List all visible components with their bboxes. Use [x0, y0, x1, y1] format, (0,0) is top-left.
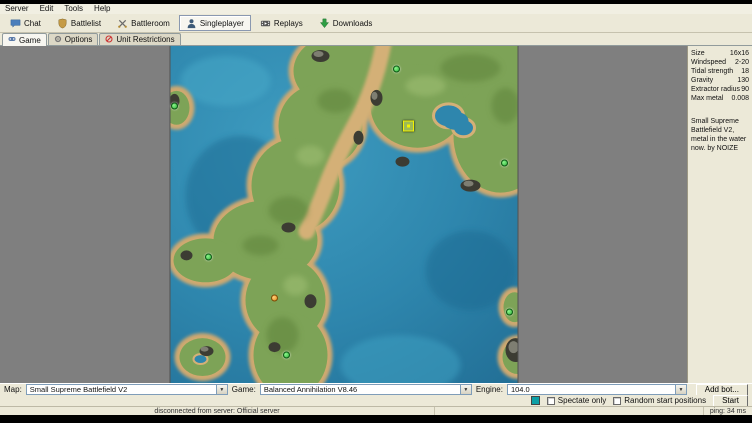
map-marker-ally[interactable]: [271, 295, 278, 302]
spectate-checkbox[interactable]: [547, 397, 555, 405]
map-marker-layer: [170, 46, 517, 383]
map-stat-size: Size 16x16: [691, 49, 749, 58]
tab-replays-label: Replays: [274, 19, 303, 28]
engine-select[interactable]: 104.0 ▼: [507, 384, 687, 395]
map-marker-start[interactable]: [283, 352, 290, 359]
random-start-label: Random start positions: [624, 396, 706, 405]
download-arrow-icon: [319, 18, 330, 29]
main-area: Size 16x16 Windspeed 2-20 Tidal strength…: [0, 46, 752, 383]
map-marker-start[interactable]: [501, 159, 508, 166]
spectate-label: Spectate only: [558, 396, 606, 405]
game-select[interactable]: Balanced Annihilation V8.46 ▼: [260, 384, 472, 395]
random-start-option: Random start positions: [613, 396, 706, 405]
game-select-label: Game:: [232, 385, 256, 394]
lobby-window: Server Edit Tools Help Chat Battlelist B…: [0, 4, 752, 415]
statusbar: disconnected from server: Official serve…: [0, 406, 752, 415]
subtab-options-label: Options: [65, 35, 93, 44]
stat-label: Tidal strength: [691, 67, 733, 76]
gamepad-icon: [8, 35, 16, 45]
shield-icon: [57, 18, 68, 29]
stat-value: 0.008: [731, 94, 749, 103]
crossed-swords-icon: [117, 18, 128, 29]
engine-select-value: 104.0: [508, 385, 675, 394]
map-stat-windspeed: Windspeed 2-20: [691, 58, 749, 67]
tab-battlelist-label: Battlelist: [71, 19, 101, 28]
map-select-label: Map:: [4, 385, 22, 394]
restriction-icon: [105, 35, 113, 45]
map-marker-start[interactable]: [205, 254, 212, 261]
tab-replays[interactable]: Replays: [253, 15, 310, 31]
tab-chat[interactable]: Chat: [3, 15, 48, 31]
tab-chat-label: Chat: [24, 19, 41, 28]
ping-status: ping: 34 ms: [704, 407, 752, 415]
map-description: Small Supreme Battlefield V2, metal in t…: [691, 117, 749, 153]
stat-value: 18: [741, 67, 749, 76]
game-select-value: Balanced Annihilation V8.46: [261, 385, 460, 394]
map-marker-selected[interactable]: [403, 120, 414, 131]
stat-label: Windspeed: [691, 58, 726, 67]
player-color-button[interactable]: [531, 396, 540, 405]
chevron-down-icon: ▼: [216, 385, 227, 394]
chat-icon: [10, 18, 21, 29]
tab-downloads-label: Downloads: [333, 19, 373, 28]
gear-icon: [54, 35, 62, 45]
stat-value: 16x16: [730, 49, 749, 58]
tab-battlelist[interactable]: Battlelist: [50, 15, 108, 31]
subtab-game-label: Game: [19, 36, 41, 45]
map-marker-start[interactable]: [171, 102, 178, 109]
singleplayer-subtabs: Game Options Unit Restrictions: [0, 33, 752, 46]
tab-singleplayer-label: Singleplayer: [200, 19, 244, 28]
stat-label: Size: [691, 49, 705, 58]
menu-help[interactable]: Help: [94, 4, 110, 14]
map-stat-maxmetal: Max metal 0.008: [691, 94, 749, 103]
map-preview[interactable]: [170, 46, 517, 383]
menubar: Server Edit Tools Help: [0, 4, 752, 14]
menu-server[interactable]: Server: [5, 4, 29, 14]
connection-status: disconnected from server: Official serve…: [0, 407, 435, 415]
map-stat-extractor: Extractor radius 90: [691, 85, 749, 94]
tab-downloads[interactable]: Downloads: [312, 15, 380, 31]
main-toolbar: Chat Battlelist Battleroom Singleplayer …: [0, 14, 752, 33]
map-select[interactable]: Small Supreme Battlefield V2 ▼: [26, 384, 228, 395]
map-marker-start[interactable]: [506, 309, 513, 316]
map-stat-tidal: Tidal strength 18: [691, 67, 749, 76]
engine-select-label: Engine:: [476, 385, 503, 394]
subtab-unit-restrictions[interactable]: Unit Restrictions: [99, 33, 180, 45]
stat-value: 130: [737, 76, 749, 85]
stat-label: Max metal: [691, 94, 723, 103]
stat-label: Gravity: [691, 76, 713, 85]
tab-battleroom-label: Battleroom: [131, 19, 170, 28]
subtab-options[interactable]: Options: [48, 33, 99, 45]
tab-singleplayer[interactable]: Singleplayer: [179, 15, 251, 31]
map-marker-start[interactable]: [393, 65, 400, 72]
random-start-checkbox[interactable]: [613, 397, 621, 405]
map-info-panel: Size 16x16 Windspeed 2-20 Tidal strength…: [687, 46, 752, 383]
spectate-option: Spectate only: [547, 396, 606, 405]
subtab-game[interactable]: Game: [2, 33, 47, 46]
stat-value: 2-20: [735, 58, 749, 67]
film-icon: [260, 18, 271, 29]
map-select-value: Small Supreme Battlefield V2: [27, 385, 216, 394]
subtab-unit-restrictions-label: Unit Restrictions: [116, 35, 174, 44]
map-stat-gravity: Gravity 130: [691, 76, 749, 85]
chevron-down-icon: ▼: [675, 385, 686, 394]
menu-tools[interactable]: Tools: [64, 4, 83, 14]
start-options-bar: Spectate only Random start positions Sta…: [0, 395, 752, 406]
player-icon: [186, 18, 197, 29]
selection-bar: Map: Small Supreme Battlefield V2 ▼ Game…: [0, 383, 752, 395]
chevron-down-icon: ▼: [460, 385, 471, 394]
start-button[interactable]: Start: [713, 395, 748, 407]
menu-edit[interactable]: Edit: [40, 4, 54, 14]
tab-battleroom[interactable]: Battleroom: [110, 15, 177, 31]
map-region: [0, 46, 687, 383]
statusbar-spacer: [435, 407, 704, 415]
stat-value: 90: [741, 85, 749, 94]
stat-label: Extractor radius: [691, 85, 740, 94]
